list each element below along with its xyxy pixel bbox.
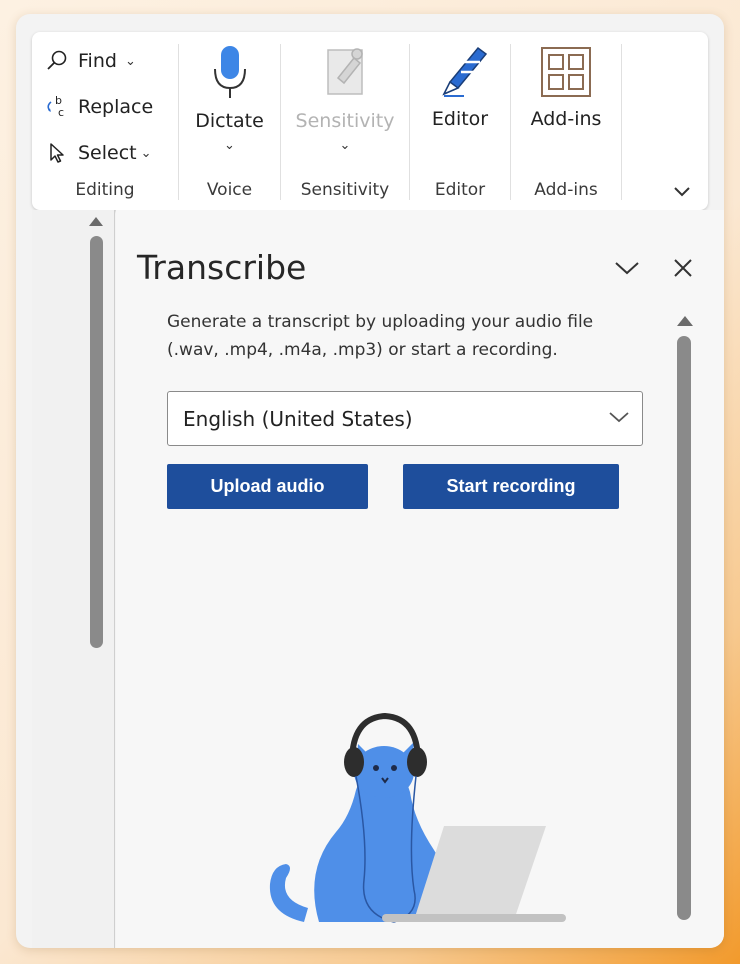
sensitivity-group: Sensitivity ⌄ Sensitivity xyxy=(281,32,409,210)
find-button[interactable]: Find ⌄ xyxy=(42,46,136,76)
sensitivity-button[interactable]: Sensitivity ⌄ xyxy=(281,32,409,172)
grid-icon xyxy=(540,46,592,102)
transcribe-pane: Transcribe Generate a transcript by uplo… xyxy=(116,210,724,948)
editor-group: Editor Editor xyxy=(410,32,510,210)
editor-button[interactable]: Editor xyxy=(410,32,510,172)
language-select-value: English (United States) xyxy=(183,406,413,431)
chevron-down-icon xyxy=(609,412,629,423)
sensitivity-group-label: Sensitivity xyxy=(300,180,390,200)
sensitivity-label: Sensitivity xyxy=(295,110,395,132)
replace-icon: bc xyxy=(42,92,72,122)
chevron-down-icon xyxy=(674,187,690,197)
editing-group: Find ⌄ bc Replace Select ⌄ Editing xyxy=(32,32,178,210)
editor-pen-icon xyxy=(434,42,490,106)
search-icon xyxy=(42,46,72,76)
dictate-button[interactable]: Dictate ⌄ xyxy=(179,32,280,172)
start-recording-button[interactable]: Start recording xyxy=(403,464,619,509)
voice-group-label: Voice xyxy=(206,180,253,200)
scroll-up-arrow-icon[interactable] xyxy=(89,217,103,226)
svg-text:c: c xyxy=(58,106,64,119)
chevron-down-icon xyxy=(615,262,639,275)
language-select[interactable]: English (United States) xyxy=(167,391,643,446)
dictate-label: Dictate xyxy=(195,110,264,132)
editor-group-label: Editor xyxy=(434,180,486,200)
chevron-down-icon: ⌄ xyxy=(224,138,235,153)
pane-title: Transcribe xyxy=(137,248,307,287)
editor-label: Editor xyxy=(431,108,489,130)
cursor-icon xyxy=(42,138,72,168)
ribbon-expand-button[interactable] xyxy=(672,184,696,204)
addins-group: Add-ins Add-ins xyxy=(511,32,621,210)
addins-group-label: Add-ins xyxy=(534,180,598,200)
select-label: Select xyxy=(78,142,137,164)
scroll-up-arrow-icon[interactable] xyxy=(677,316,693,326)
replace-label: Replace xyxy=(78,96,154,118)
pane-scrollbar[interactable] xyxy=(677,336,691,920)
find-label: Find xyxy=(78,50,117,72)
replace-button[interactable]: bc Replace xyxy=(42,92,153,122)
ribbon: Find ⌄ bc Replace Select ⌄ Editing Dicta… xyxy=(32,32,708,210)
chevron-down-icon: ⌄ xyxy=(140,145,152,161)
voice-group: Dictate ⌄ Voice xyxy=(179,32,280,210)
addins-label: Add-ins xyxy=(530,108,602,130)
separator xyxy=(621,44,622,200)
pane-description: Generate a transcript by uploading your … xyxy=(167,312,594,360)
upload-audio-button[interactable]: Upload audio xyxy=(167,464,368,509)
cat-headphones-illustration xyxy=(269,712,566,923)
pane-close-button[interactable] xyxy=(672,257,694,279)
chevron-down-icon: ⌄ xyxy=(339,138,351,153)
close-icon xyxy=(674,259,692,277)
sensitivity-icon xyxy=(324,44,370,102)
microphone-icon xyxy=(210,44,250,104)
document-scrollbar[interactable] xyxy=(90,236,103,648)
editing-group-label: Editing xyxy=(75,180,135,200)
select-button[interactable]: Select ⌄ xyxy=(42,138,152,168)
addins-button[interactable]: Add-ins xyxy=(511,32,621,172)
pane-options-button[interactable] xyxy=(614,260,640,280)
app-window: Find ⌄ bc Replace Select ⌄ Editing Dicta… xyxy=(16,14,724,948)
chevron-down-icon: ⌄ xyxy=(124,53,136,69)
